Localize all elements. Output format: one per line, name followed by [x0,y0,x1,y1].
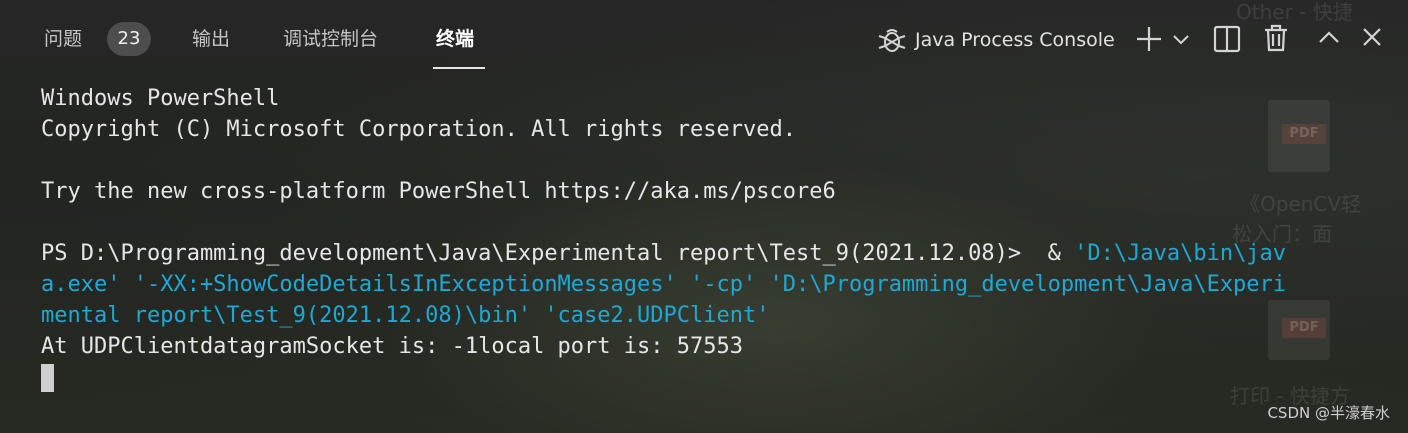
tab-output[interactable]: 输出 [192,24,230,54]
problems-count-badge: 23 [107,22,151,56]
chevron-up-icon[interactable] [1316,25,1342,51]
terminal-prompt-line: PS D:\Programming_development\Java\Exper… [41,241,1287,266]
plus-icon[interactable] [1134,24,1164,54]
trash-icon[interactable] [1262,23,1290,53]
terminal-line: At UDPClientdatagramSocket is: -1local p… [41,334,743,359]
terminal-line: a.exe' '-XX:+ShowCodeDetailsInExceptionM… [41,269,1371,300]
active-tab-indicator [433,67,485,69]
terminal-line: Copyright (C) Microsoft Corporation. All… [41,117,796,142]
terminal-command: 'D:\Java\bin\jav [1074,241,1287,266]
terminal-panel: Other - 快捷 PDF 《OpenCV轻 松入门：面 PDF 打印 - 快… [0,0,1408,433]
java-debug-icon [876,24,908,56]
terminal-command: mental report\Test_9(2021.12.08)\bin' 'c… [41,303,770,328]
terminal-cursor-line [41,362,1371,393]
terminal-command: a.exe' '-XX:+ShowCodeDetailsInExceptionM… [41,272,1287,297]
terminal-line: mental report\Test_9(2021.12.08)\bin' 'c… [41,300,1371,331]
chevron-down-icon[interactable] [1170,28,1192,50]
close-icon[interactable] [1360,25,1384,49]
watermark: CSDN @半濠春水 [1267,404,1390,422]
panel-tab-bar: 问题 23 输出 调试控制台 终端 Java Process Console [0,0,1408,76]
tab-debug-console[interactable]: 调试控制台 [283,24,378,54]
terminal-selector[interactable]: Java Process Console [915,24,1115,56]
terminal-output[interactable]: Windows PowerShell Copyright (C) Microso… [41,83,1371,393]
tab-terminal[interactable]: 终端 [436,24,474,54]
tab-problems[interactable]: 问题 [44,24,82,54]
split-terminal-icon[interactable] [1212,24,1242,54]
terminal-line: Windows PowerShell [41,86,280,111]
terminal-line: Try the new cross-platform PowerShell ht… [41,179,836,204]
terminal-cursor [41,364,54,392]
